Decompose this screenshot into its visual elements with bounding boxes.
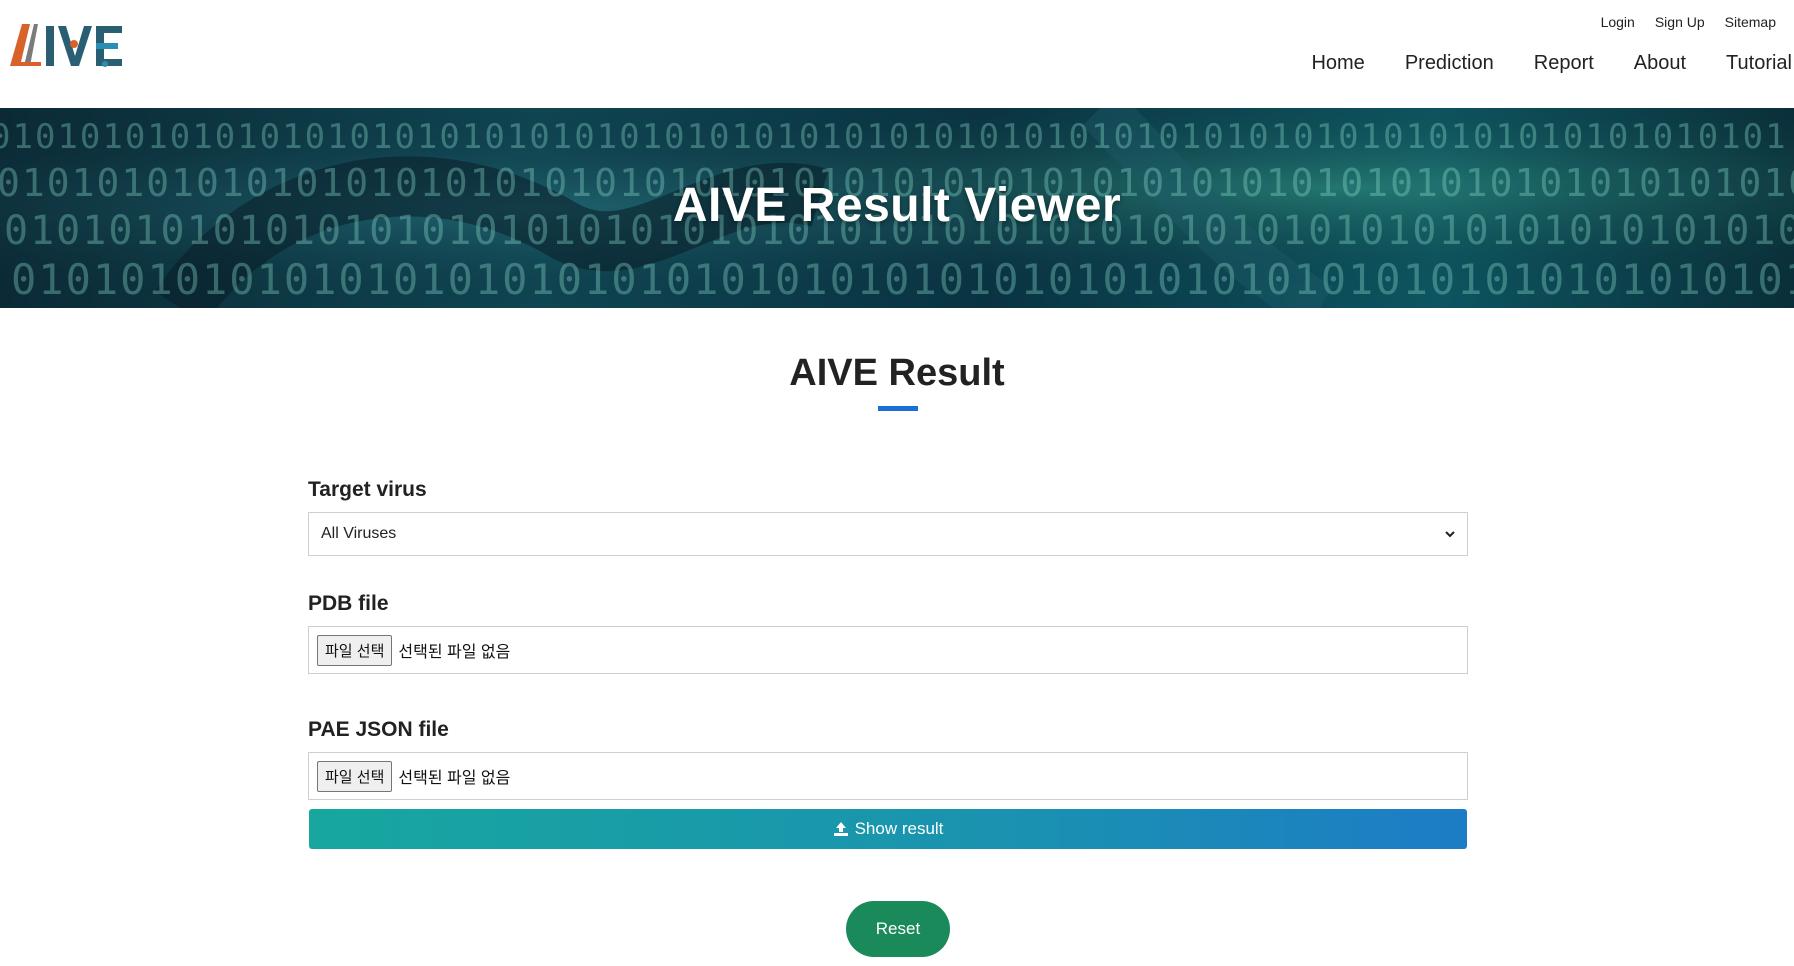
page-title: AIVE Result [789, 352, 1005, 394]
target-virus-select[interactable]: All Viruses [308, 512, 1468, 556]
nav-report[interactable]: Report [1534, 52, 1594, 75]
show-result-label: Show result [854, 819, 944, 838]
hero-banner: 0101010101010101010101010101010101010101… [0, 108, 1794, 308]
target-virus-selected: All Viruses [321, 525, 397, 542]
pae-choose-file-button[interactable]: 파일 선택 [317, 760, 393, 792]
nav-tutorial[interactable]: Tutorial [1726, 52, 1792, 75]
nav-home[interactable]: Home [1311, 52, 1364, 75]
svg-text:010101010101010101010101010101: 0101010101010101010101010101010101010101… [11, 255, 1794, 304]
pae-json-file-input[interactable]: 파일 선택 선택된 파일 없음 [308, 752, 1468, 800]
reset-button[interactable]: Reset [846, 901, 950, 957]
main-nav: Home Prediction Report About Tutorial [1311, 52, 1792, 75]
banner-title: AIVE Result Viewer [672, 179, 1122, 232]
title-underline [878, 406, 918, 411]
pdb-file-status: 선택된 파일 없음 [398, 644, 511, 661]
chevron-down-icon [1445, 531, 1455, 538]
nav-prediction[interactable]: Prediction [1405, 52, 1494, 75]
site-header: Login Sign Up Sitemap Home Prediction Re… [0, 0, 1794, 108]
utility-nav: Login Sign Up Sitemap [1601, 14, 1776, 30]
nav-about[interactable]: About [1634, 52, 1686, 75]
pae-json-file-label: PAE JSON file [308, 718, 449, 741]
upload-icon [833, 822, 848, 836]
aive-logo[interactable] [8, 18, 128, 72]
target-virus-label: Target virus [308, 478, 427, 501]
signup-link[interactable]: Sign Up [1655, 14, 1705, 30]
pdb-file-input[interactable]: 파일 선택 선택된 파일 없음 [308, 626, 1468, 674]
pdb-choose-file-button[interactable]: 파일 선택 [317, 634, 393, 666]
pae-file-status: 선택된 파일 없음 [398, 770, 511, 787]
login-link[interactable]: Login [1601, 14, 1635, 30]
show-result-button[interactable]: Show result [309, 809, 1467, 849]
svg-text:010101010101010101010101010101: 0101010101010101010101010101010101010101… [0, 117, 1788, 157]
pdb-file-label: PDB file [308, 592, 389, 615]
sitemap-link[interactable]: Sitemap [1725, 14, 1776, 30]
